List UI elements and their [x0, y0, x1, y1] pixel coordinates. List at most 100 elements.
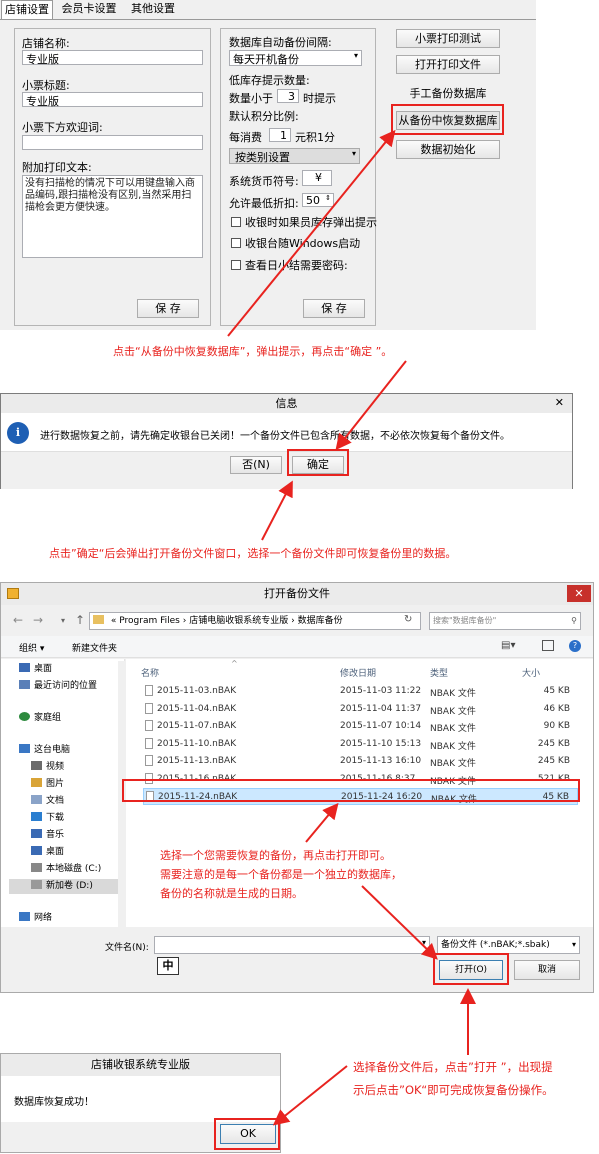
- sort-icon: ^: [231, 659, 238, 668]
- download-icon: [31, 812, 42, 821]
- receipt-footer-input[interactable]: [22, 135, 203, 150]
- tab-store-settings[interactable]: 店铺设置: [1, 0, 53, 20]
- annotation-2: 点击”确定“后会弹出打开备份文件窗口，选择一个备份文件即可恢复备份里的数据。: [49, 547, 457, 560]
- receipt-footer-label: 小票下方欢迎词:: [22, 121, 103, 134]
- highlight-open: [433, 953, 509, 985]
- file-row[interactable]: 2015-11-04.nBAK 2015-11-04 11:37 NBAK 文件 46…: [143, 701, 578, 718]
- file-icon: [145, 720, 153, 731]
- nav-desktop[interactable]: 桌面: [19, 662, 52, 677]
- nav-pictures[interactable]: 图片: [31, 777, 64, 792]
- file-name: 2015-11-04.nBAK: [157, 703, 237, 714]
- settings-panel: 店铺设置 会员卡设置 其他设置 店铺名称: 专业版 小票标题: 专业版 小票下方…: [0, 0, 536, 330]
- back-icon[interactable]: ←: [13, 613, 23, 627]
- picture-icon: [31, 778, 42, 787]
- column-date[interactable]: 修改日期: [340, 666, 376, 679]
- nav-drive-d[interactable]: 新加卷 (D:): [9, 879, 121, 894]
- file-icon: [145, 685, 153, 696]
- print-test-button[interactable]: 小票打印测试: [396, 29, 500, 48]
- per-spend-suffix: 元积1分: [295, 131, 335, 144]
- manual-backup-button[interactable]: 手工备份数据库: [396, 85, 500, 101]
- info-dialog: 信息 ✕ i 进行数据恢复之前，请先确定收银台已关闭！一个备份文件已包含所有数据…: [0, 393, 573, 489]
- nav-videos[interactable]: 视频: [31, 760, 64, 775]
- annotation-4: 选择备份文件后，点击”打开 ”，出现提 示后点击”OK“即可完成恢复备份操作。: [353, 1056, 554, 1102]
- file-row[interactable]: 2015-11-03.nBAK 2015-11-03 11:22 NBAK 文件 45…: [143, 683, 578, 700]
- breadcrumb-backup-folder[interactable]: 数据库备份: [298, 616, 343, 626]
- currency-label: 系统货币符号:: [229, 175, 299, 188]
- extra-text-label: 附加打印文本:: [22, 161, 92, 174]
- forward-icon[interactable]: →: [33, 613, 43, 627]
- breadcrumb-app-folder[interactable]: 店铺电脑收银系统专业版: [189, 616, 288, 626]
- preview-pane-icon[interactable]: [542, 640, 554, 651]
- qty-less-label: 数量小于: [229, 92, 273, 105]
- success-dialog-title: 店铺收银系统专业版: [91, 1058, 190, 1071]
- nav-music[interactable]: 音乐: [31, 828, 64, 843]
- nav-desktop-2[interactable]: 桌面: [31, 845, 64, 860]
- stock-alert-checkbox[interactable]: 收银时如果员库存弹出提示: [231, 214, 377, 230]
- nav-this-pc[interactable]: 这台电脑: [19, 743, 70, 758]
- open-dialog-titlebar: 打开备份文件: [1, 583, 593, 605]
- up-icon[interactable]: ↑: [75, 613, 85, 627]
- new-folder-button[interactable]: 新建文件夹: [72, 641, 117, 654]
- close-icon[interactable]: ✕: [555, 396, 564, 409]
- qty-less-input[interactable]: 3: [277, 89, 299, 103]
- column-type[interactable]: 类型: [430, 666, 448, 679]
- file-date: 2015-11-03 11:22: [340, 686, 422, 696]
- desktop-icon: [19, 663, 30, 672]
- close-icon[interactable]: ✕: [567, 585, 591, 602]
- filename-label: 文件名(N):: [105, 943, 149, 953]
- extra-text-textarea[interactable]: 没有扫描枪的情况下可以用键盘输入商品编码,跟扫描枪没有区别,当然采用扫描枪会更方…: [22, 175, 203, 258]
- init-data-button[interactable]: 数据初始化: [396, 140, 500, 159]
- currency-input[interactable]: ¥: [302, 170, 332, 186]
- autostart-checkbox[interactable]: 收银台随Windows启动: [231, 235, 360, 251]
- breadcrumb-overflow[interactable]: «: [111, 616, 117, 626]
- breadcrumb[interactable]: « Program Files › 店铺电脑收银系统专业版 › 数据库备份: [89, 612, 421, 630]
- file-type: NBAK 文件: [430, 759, 476, 769]
- nav-recent[interactable]: 最近访问的位置: [19, 679, 97, 694]
- view-options-icon[interactable]: ▤▾: [501, 640, 515, 651]
- store-name-input[interactable]: 专业版: [22, 50, 203, 66]
- points-mode-select[interactable]: 按类别设置 ▾: [229, 148, 360, 164]
- tab-member-card[interactable]: 会员卡设置: [56, 0, 122, 18]
- nav-homegroup[interactable]: 家庭组: [19, 711, 61, 726]
- refresh-icon[interactable]: ↻: [404, 614, 412, 625]
- file-name: 2015-11-13.nBAK: [157, 756, 237, 766]
- folder-icon: [93, 615, 104, 624]
- save-store-button[interactable]: 保 存: [137, 299, 199, 318]
- filename-input[interactable]: ▾: [154, 936, 430, 954]
- annotation-3-line: 备份的名称就是生成的日期。: [160, 887, 303, 900]
- backup-interval-select[interactable]: 每天开机备份 ▾: [229, 50, 362, 66]
- nav-documents[interactable]: 文档: [31, 794, 64, 809]
- receipt-title-input[interactable]: 专业版: [22, 92, 203, 108]
- file-row[interactable]: 2015-11-07.nBAK 2015-11-07 10:14 NBAK 文件 90…: [143, 718, 578, 735]
- file-type: NBAK 文件: [430, 741, 476, 752]
- store-name-label: 店铺名称:: [22, 37, 70, 50]
- search-input[interactable]: 搜索"数据库备份" ⚲: [429, 612, 581, 630]
- nav-network[interactable]: 网络: [19, 911, 52, 926]
- chevron-down-icon[interactable]: ▾: [422, 938, 426, 947]
- column-size[interactable]: 大小: [522, 666, 540, 679]
- column-name[interactable]: 名称: [141, 666, 159, 679]
- open-dialog-title: 打开备份文件: [264, 587, 330, 600]
- summary-password-checkbox[interactable]: 查看日小结需要密码:: [231, 257, 348, 273]
- backup-interval-label: 数据库自动备份间隔:: [229, 36, 332, 49]
- min-discount-input[interactable]: 50 ⇕: [302, 193, 334, 207]
- help-icon[interactable]: ?: [569, 640, 581, 652]
- organize-button[interactable]: 组织 ▾: [19, 641, 44, 654]
- per-spend-input[interactable]: 1: [269, 128, 291, 142]
- tab-other-settings[interactable]: 其他设置: [124, 0, 182, 18]
- nav-drive-c[interactable]: 本地磁盘 (C:): [31, 862, 101, 877]
- info-message: 进行数据恢复之前，请先确定收银台已关闭！一个备份文件已包含所有数据，不必依次恢复…: [40, 431, 510, 442]
- chevron-down-icon: ▾: [353, 51, 358, 60]
- open-print-file-button[interactable]: 打开打印文件: [396, 55, 500, 74]
- breadcrumb-program-files[interactable]: Program Files: [119, 616, 180, 626]
- file-row[interactable]: 2015-11-13.nBAK 2015-11-13 16:10 NBAK 文件 24…: [143, 753, 578, 770]
- save-system-button[interactable]: 保 存: [303, 299, 365, 318]
- nav-downloads[interactable]: 下载: [31, 811, 64, 826]
- file-date: 2015-11-04 11:37: [340, 703, 422, 714]
- spinner-icon[interactable]: ⇕: [325, 194, 331, 202]
- no-button[interactable]: 否(N): [230, 456, 282, 474]
- file-type-select[interactable]: 备份文件 (*.nBAK;*.sbak) ▾: [437, 936, 580, 954]
- recent-chevron-icon[interactable]: ▾: [61, 616, 65, 625]
- cancel-button[interactable]: 取消: [514, 960, 580, 980]
- file-row[interactable]: 2015-11-10.nBAK 2015-11-10 15:13 NBAK 文件 24…: [143, 736, 578, 753]
